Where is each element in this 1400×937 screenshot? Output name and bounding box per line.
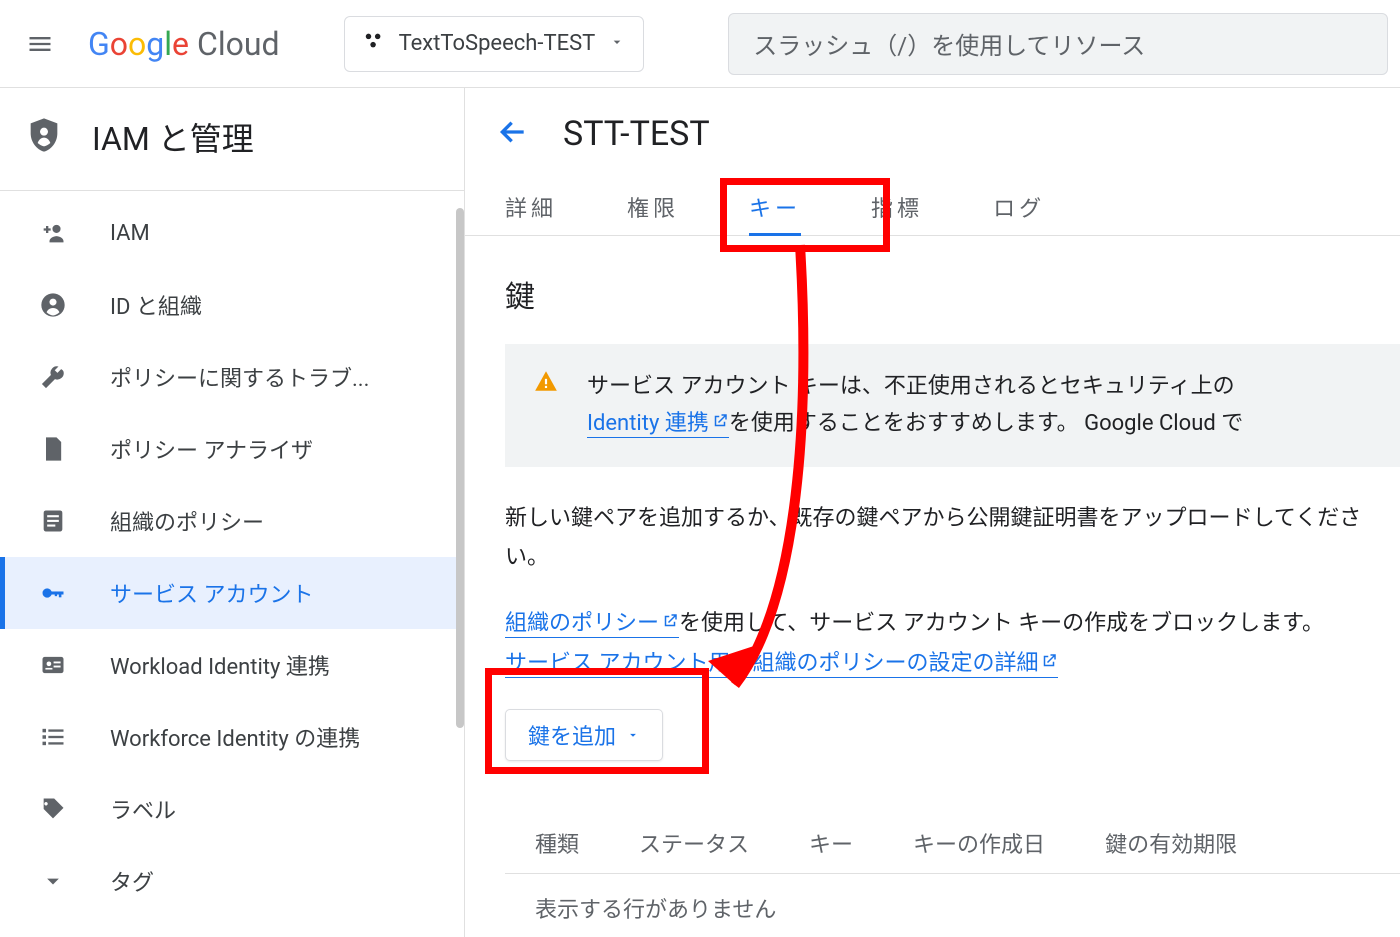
add-key-button[interactable]: 鍵を追加: [505, 709, 663, 761]
main-content: STT-TEST 詳細 権限 キー 指標 ログ 鍵 サービス アカウント キーは…: [465, 88, 1400, 937]
section-heading: 鍵: [505, 272, 1400, 316]
search-input[interactable]: スラッシュ（/）を使用してリソース: [728, 13, 1388, 75]
sidebar-item-label: ポリシー アナライザ: [110, 433, 313, 465]
sidebar-item-org-policy[interactable]: 組織のポリシー: [0, 485, 464, 557]
sidebar-item-policy-analyzer[interactable]: ポリシー アナライザ: [0, 413, 464, 485]
caret-down-icon: [626, 728, 640, 742]
project-picker[interactable]: TextToSpeech-TEST: [344, 16, 645, 72]
col-status: ステータス: [639, 827, 749, 859]
sidebar: IAM と管理 IAM ID と組織 ポリシーに関するトラブ... ポリシー ア…: [0, 88, 465, 937]
identity-federation-link[interactable]: Identity 連携: [587, 411, 729, 438]
sidebar-title: IAM と管理: [92, 114, 254, 160]
sidebar-item-workload-identity[interactable]: Workload Identity 連携: [0, 629, 464, 701]
tag-icon: [36, 795, 70, 823]
sidebar-item-label: 組織のポリシー: [110, 505, 264, 537]
warning-text-1: サービス アカウント キーは、不正使用されるとセキュリティ上の: [587, 374, 1235, 399]
key-icon: [36, 579, 70, 607]
tab-permissions[interactable]: 権限: [627, 178, 679, 235]
sidebar-item-iam[interactable]: IAM: [0, 197, 464, 269]
tab-logs[interactable]: ログ: [993, 178, 1045, 235]
policy-paragraph: 組織のポリシーを使用して、サービス アカウント キーの作成をブロックします。 サ…: [505, 604, 1400, 683]
sidebar-item-service-account[interactable]: サービス アカウント: [0, 557, 464, 629]
menu-button[interactable]: [16, 20, 64, 68]
wrench-icon: [36, 363, 70, 391]
body-paragraph: 新しい鍵ペアを追加するか、既存の鍵ペアから公開鍵証明書をアップロードしてください…: [505, 499, 1400, 578]
search-placeholder: スラッシュ（/）を使用してリソース: [753, 26, 1145, 61]
sidebar-item-label: サービス アカウント: [110, 577, 313, 609]
person-circle-icon: [36, 291, 70, 319]
org-policy-details-link[interactable]: サービス アカウント用の組織のポリシーの設定の詳細: [505, 651, 1058, 678]
back-button[interactable]: [497, 116, 529, 152]
sidebar-item-label: タグ: [110, 865, 154, 897]
sidebar-item-policy-troubleshoot[interactable]: ポリシーに関するトラブ...: [0, 341, 464, 413]
logo-cloud-text: Cloud: [197, 25, 280, 63]
project-icon: [363, 30, 385, 58]
tab-metrics[interactable]: 指標: [871, 178, 923, 235]
sidebar-item-label: ID と組織: [110, 289, 202, 321]
sidebar-item-label: Workload Identity 連携: [110, 649, 330, 681]
sidebar-item-identity[interactable]: ID と組織: [0, 269, 464, 341]
tab-keys[interactable]: キー: [749, 178, 801, 235]
col-type: 種類: [535, 827, 579, 859]
table-empty-text: 表示する行がありません: [505, 874, 1400, 924]
caret-down-icon: [609, 31, 625, 56]
org-policy-link[interactable]: 組織のポリシー: [505, 611, 679, 638]
col-created: キーの作成日: [913, 827, 1045, 859]
keys-table-header: 種類 ステータス キー キーの作成日 鍵の有効期限: [505, 807, 1400, 874]
sidebar-item-label: IAM: [110, 221, 150, 246]
tab-details[interactable]: 詳細: [505, 178, 557, 235]
warning-icon: [533, 368, 559, 406]
sidebar-item-tags[interactable]: タグ: [0, 845, 464, 917]
chevron-down-icon: [36, 867, 70, 895]
sidebar-item-label: ポリシーに関するトラブ...: [110, 361, 369, 393]
col-expiry: 鍵の有効期限: [1105, 827, 1237, 859]
sidebar-item-workforce-identity[interactable]: Workforce Identity の連携: [0, 701, 464, 773]
page-title: STT-TEST: [563, 114, 710, 154]
external-link-icon: [661, 604, 679, 622]
list-icon: [36, 723, 70, 751]
doc-lines-icon: [36, 507, 70, 535]
logo-google-text: Google: [88, 25, 189, 63]
external-link-icon: [1040, 644, 1058, 662]
hamburger-icon: [26, 30, 54, 58]
tab-bar: 詳細 権限 キー 指標 ログ: [465, 178, 1400, 236]
external-link-icon: [711, 405, 729, 423]
warning-banner: サービス アカウント キーは、不正使用されるとセキュリティ上の Identity…: [505, 344, 1400, 467]
warning-text-2: を使用することをおすすめします。 Google Cloud で: [729, 411, 1243, 436]
person-plus-icon: [36, 219, 70, 247]
shield-icon: [24, 112, 64, 162]
id-card-icon: [36, 651, 70, 679]
sidebar-item-label: Workforce Identity の連携: [110, 721, 360, 753]
col-key: キー: [809, 827, 853, 859]
sidebar-item-labels[interactable]: ラベル: [0, 773, 464, 845]
add-key-label: 鍵を追加: [528, 719, 616, 751]
scrollbar[interactable]: [456, 208, 464, 728]
sidebar-item-label: ラベル: [110, 793, 176, 825]
doc-search-icon: [36, 435, 70, 463]
google-cloud-logo[interactable]: Google Cloud: [88, 25, 280, 63]
sidebar-list: IAM ID と組織 ポリシーに関するトラブ... ポリシー アナライザ 組織の…: [0, 191, 464, 917]
project-name-label: TextToSpeech-TEST: [399, 31, 596, 56]
